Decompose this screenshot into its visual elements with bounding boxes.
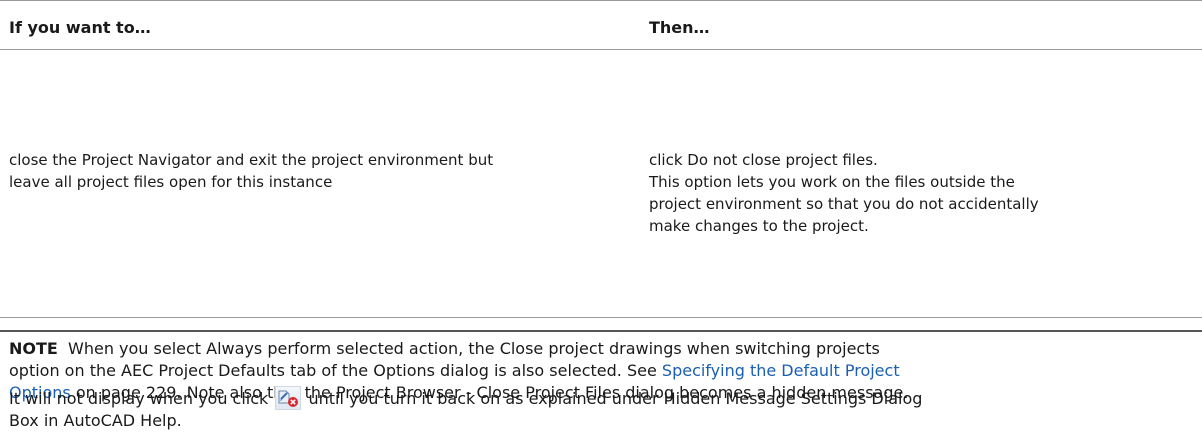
header-if-you-want-to: If you want to… [9, 18, 151, 37]
row-condition: close the Project Navigator and exit the… [9, 149, 629, 193]
note-text: option on the AEC Project Defaults tab o… [9, 361, 662, 380]
row-action: click Do not close project files. This o… [649, 149, 1189, 237]
table-bottom-rule [0, 317, 1202, 318]
note-text: When you select Always perform selected … [68, 339, 880, 358]
header-then: Then… [649, 18, 710, 37]
paragraph-line: It will not display when you click until… [9, 386, 1199, 410]
paragraph-line: Box in AutoCAD Help. [9, 411, 182, 430]
table-header-rule [0, 49, 1202, 50]
row-action-line: make changes to the project. [649, 217, 869, 235]
note-top-rule [0, 330, 1202, 332]
table-top-rule [0, 0, 1202, 1]
note-label: NOTE [9, 339, 58, 358]
paragraph-text: It will not display when you click [9, 389, 274, 408]
paragraph-text: until you turn it back on as explained u… [303, 389, 923, 408]
row-action-line: project environment so that you do not a… [649, 195, 1039, 213]
row-action-line: click Do not close project files. [649, 151, 878, 169]
row-action-line: This option lets you work on the files o… [649, 173, 1015, 191]
hidden-message-paragraph: It will not display when you click until… [9, 386, 1199, 432]
row-condition-line: leave all project files open for this in… [9, 173, 333, 191]
default-project-options-link[interactable]: Specifying the Default Project [662, 361, 900, 380]
note-line: NOTE When you select Always perform sele… [9, 338, 1199, 360]
row-condition-line: close the Project Navigator and exit the… [9, 151, 494, 169]
note-line: option on the AEC Project Defaults tab o… [9, 360, 1199, 382]
close-project-icon [275, 386, 302, 410]
